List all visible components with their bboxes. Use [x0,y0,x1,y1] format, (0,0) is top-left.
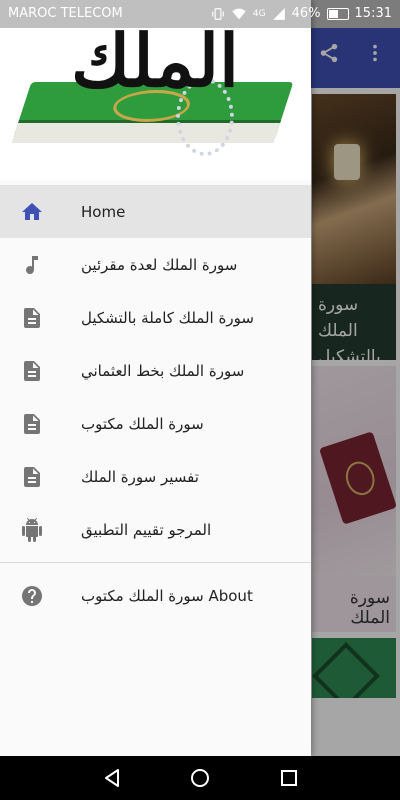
drawer-menu: Home سورة الملك لعدة مقرئين سورة الملك ك… [0,185,311,622]
menu-item-home[interactable]: Home [0,185,311,238]
document-icon [20,306,44,330]
home-button-icon[interactable] [188,766,212,790]
menu-item-label: سورة الملك بخط العثماني [81,361,245,380]
wifi-icon [232,8,246,19]
vibrate-icon [212,7,224,20]
music-note-icon [20,253,44,277]
back-icon[interactable] [100,766,124,790]
menu-item-label: تفسير سورة الملك [81,467,199,486]
menu-item-label: المرجو تقييم التطبيق [81,520,212,539]
menu-item-label: سورة الملك مكتوب [81,414,204,433]
battery-icon [326,7,349,20]
home-icon [20,200,44,224]
carrier-name: MAROC TELECOM [8,6,123,21]
status-bar: MAROC TELECOM 4G 46% 15:31 [0,0,400,28]
system-navigation-bar [0,756,400,800]
help-circle-icon [20,584,44,608]
clock: 15:31 [354,6,392,21]
android-icon [20,518,44,542]
signal-icon [272,7,285,20]
menu-item-label: سورة الملك كاملة بالتشكيل [81,308,254,327]
menu-item-label: سورة الملك مكتوب About [81,586,253,605]
network-type: 4G [252,8,266,19]
menu-item-tafsir[interactable]: تفسير سورة الملك [0,450,311,503]
menu-item-label: Home [81,202,126,221]
document-icon [20,465,44,489]
menu-item-written[interactable]: سورة الملك مكتوب [0,397,311,450]
menu-item-rate-app[interactable]: المرجو تقييم التطبيق [0,503,311,556]
battery-percent: 46% [291,6,321,21]
document-icon [20,359,44,383]
navigation-drawer: الملك Home سورة الملك لعدة مقرئين سورة ا… [0,0,311,756]
menu-item-full-tashkeel[interactable]: سورة الملك كاملة بالتشكيل [0,291,311,344]
menu-item-uthmani[interactable]: سورة الملك بخط العثماني [0,344,311,397]
menu-divider [0,562,311,563]
menu-item-reciters[interactable]: سورة الملك لعدة مقرئين [0,238,311,291]
menu-item-label: سورة الملك لعدة مقرئين [81,255,238,274]
menu-item-about[interactable]: سورة الملك مكتوب About [0,569,311,622]
recents-icon[interactable] [277,766,301,790]
document-icon [20,412,44,436]
